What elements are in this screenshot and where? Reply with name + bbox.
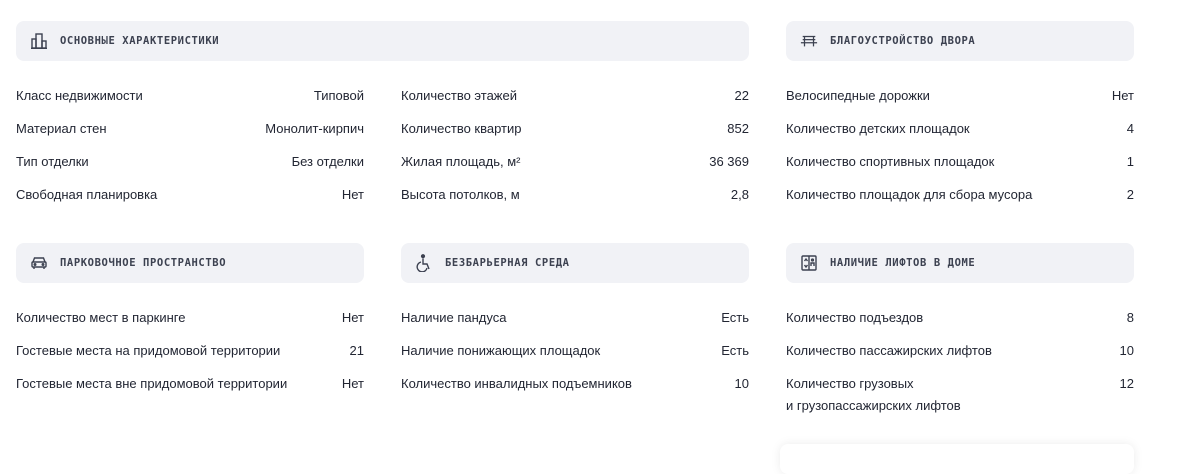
section-header: БЛАГОУСТРОЙСТВО ДВОРА <box>786 21 1134 61</box>
characteristic-row: Высота потолков, м 2,8 <box>401 186 749 204</box>
row-value: 1 <box>1126 154 1134 169</box>
row-value: 10 <box>734 376 749 391</box>
wheelchair-icon <box>415 254 433 272</box>
section-elevators: НАЛИЧИЕ ЛИФТОВ В ДОМЕ Количество подъезд… <box>786 243 1134 432</box>
section-title: ПАРКОВОЧНОЕ ПРОСТРАНСТВО <box>60 257 227 269</box>
characteristic-row: Количество этажей 22 <box>401 87 749 105</box>
section-title: НАЛИЧИЕ ЛИФТОВ В ДОМЕ <box>830 257 976 269</box>
characteristic-row: Гостевые места на придомовой территории 2… <box>16 342 364 360</box>
characteristic-row: Количество площадок для сбора мусора 2 <box>786 186 1134 204</box>
row-label: Количество детских площадок <box>786 121 970 136</box>
row-value: Монолит-кирпич <box>265 121 364 136</box>
characteristic-row: Велосипедные дорожки Нет <box>786 87 1134 105</box>
row-value: 22 <box>734 88 749 103</box>
section-header: ОСНОВНЫЕ ХАРАКТЕРИСТИКИ <box>16 21 749 61</box>
car-icon <box>30 254 48 272</box>
characteristic-row: Гостевые места вне придомовой территории… <box>16 375 364 393</box>
section-header: БЕЗБАРЬЕРНАЯ СРЕДА <box>401 243 749 283</box>
characteristic-row: Количество спортивных площадок 1 <box>786 153 1134 171</box>
row-value: 852 <box>727 121 749 136</box>
characteristic-row: Наличие пандуса Есть <box>401 309 749 327</box>
row-label: Количество спортивных площадок <box>786 154 995 169</box>
row-value: 2 <box>1126 187 1134 202</box>
row-label: Наличие понижающих площадок <box>401 343 601 358</box>
row-label: Количество мест в паркинге <box>16 310 186 325</box>
characteristic-row: Количество пассажирских лифтов 10 <box>786 342 1134 360</box>
row-label: Количество этажей <box>401 88 517 103</box>
section-header: ПАРКОВОЧНОЕ ПРОСТРАНСТВО <box>16 243 364 283</box>
row-value: 21 <box>349 343 364 358</box>
row-label: Количество инвалидных подъемников <box>401 376 632 391</box>
row-label: Класс недвижимости <box>16 88 143 103</box>
characteristic-row: Количество инвалидных подъемников 10 <box>401 375 749 393</box>
row-value: Нет <box>341 310 364 325</box>
section-title: БЛАГОУСТРОЙСТВО ДВОРА <box>830 35 976 47</box>
characteristic-row: Количество детских площадок 4 <box>786 120 1134 138</box>
bench-icon <box>800 32 818 50</box>
row-label: Гостевые места на придомовой территории <box>16 343 281 358</box>
row-value: 2,8 <box>730 187 749 202</box>
row-label: Наличие пандуса <box>401 310 507 325</box>
section-main-characteristics: ОСНОВНЫЕ ХАРАКТЕРИСТИКИ Класс недвижимос… <box>16 21 749 219</box>
row-value: Нет <box>1111 88 1134 103</box>
row-value: Есть <box>721 310 749 325</box>
section-header: НАЛИЧИЕ ЛИФТОВ В ДОМЕ <box>786 243 1134 283</box>
row-label-line: и грузопассажирских лифтов <box>786 398 961 413</box>
characteristic-row: Класс недвижимости Типовой <box>16 87 364 105</box>
row-value: Без отделки <box>291 154 364 169</box>
row-label: Материал стен <box>16 121 107 136</box>
characteristic-row: Количество квартир 852 <box>401 120 749 138</box>
characteristic-row: Тип отделки Без отделки <box>16 153 364 171</box>
row-value: Нет <box>341 187 364 202</box>
section-barrier-free: БЕЗБАРЬЕРНАЯ СРЕДА Наличие пандуса Есть Н… <box>401 243 749 408</box>
characteristic-row: Свободная планировка Нет <box>16 186 364 204</box>
characteristic-row: Жилая площадь, м² 36 369 <box>401 153 749 171</box>
characteristic-row: Количество подъездов 8 <box>786 309 1134 327</box>
row-value: 12 <box>1119 376 1134 391</box>
elevator-icon <box>800 254 818 272</box>
section-parking: ПАРКОВОЧНОЕ ПРОСТРАНСТВО Количество мест… <box>16 243 364 408</box>
characteristic-row: Количество мест в паркинге Нет <box>16 309 364 327</box>
characteristic-row: Материал стен Монолит-кирпич <box>16 120 364 138</box>
row-value: 8 <box>1126 310 1134 325</box>
row-label: Высота потолков, м <box>401 187 520 202</box>
row-label: Тип отделки <box>16 154 89 169</box>
row-label: Жилая площадь, м² <box>401 154 521 169</box>
section-title: БЕЗБАРЬЕРНАЯ СРЕДА <box>445 257 570 269</box>
row-value: 4 <box>1126 121 1134 136</box>
row-label: Количество квартир <box>401 121 522 136</box>
row-label: Велосипедные дорожки <box>786 88 930 103</box>
characteristic-row: Наличие понижающих площадок Есть <box>401 342 749 360</box>
row-label: Количество площадок для сбора мусора <box>786 187 1033 202</box>
row-value: 36 369 <box>709 154 749 169</box>
row-value: 10 <box>1119 343 1134 358</box>
row-value: Типовой <box>313 88 364 103</box>
row-label: Количество грузовых и грузопассажирских … <box>786 373 961 417</box>
row-label: Гостевые места вне придомовой территории <box>16 376 288 391</box>
section-title: ОСНОВНЫЕ ХАРАКТЕРИСТИКИ <box>60 35 220 47</box>
row-label-line: Количество грузовых <box>786 376 914 391</box>
row-value: Нет <box>341 376 364 391</box>
building-icon <box>30 32 48 50</box>
row-value: Есть <box>721 343 749 358</box>
bottom-card <box>780 444 1134 474</box>
row-label: Количество пассажирских лифтов <box>786 343 992 358</box>
row-label: Количество подъездов <box>786 310 924 325</box>
section-yard-improvement: БЛАГОУСТРОЙСТВО ДВОРА Велосипедные дорож… <box>786 21 1134 219</box>
characteristic-row: Количество грузовых и грузопассажирских … <box>786 375 1134 417</box>
row-label: Свободная планировка <box>16 187 158 202</box>
